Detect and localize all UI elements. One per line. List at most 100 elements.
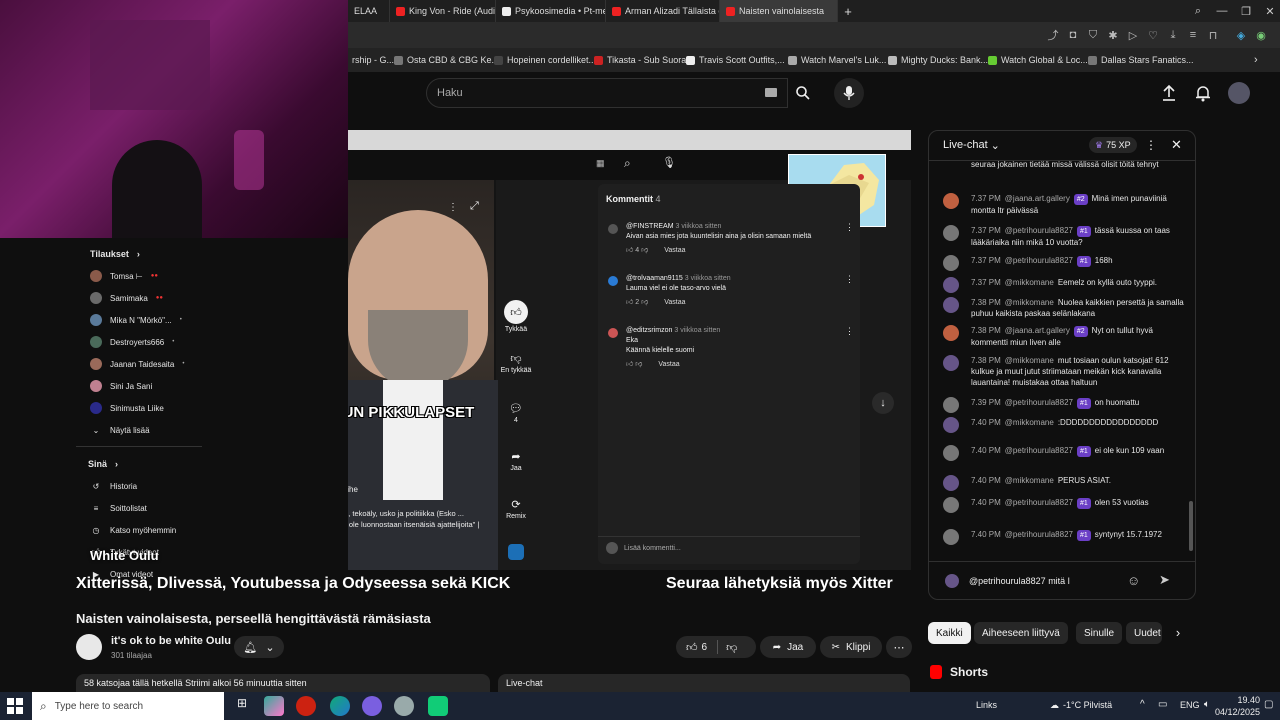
avatar[interactable] xyxy=(943,193,959,209)
channel-logo-icon[interactable] xyxy=(508,544,524,560)
sidebar-item-sub[interactable]: Sini Ja Sani xyxy=(76,376,206,396)
arrow-down-icon[interactable]: ↓ xyxy=(872,392,894,414)
subscriptions-header[interactable]: Tilaukset › xyxy=(76,244,206,264)
sidebar-item-watch-later[interactable]: ◷ Katso myöhemmin xyxy=(76,520,206,540)
network-icon[interactable]: ▭ xyxy=(1158,699,1167,710)
reply-button[interactable]: Vastaa xyxy=(664,299,685,306)
bookmark[interactable]: Tikasta - Sub Suora xyxy=(594,48,686,72)
notification-center-icon[interactable]: ▢ xyxy=(1264,699,1273,710)
edge-icon[interactable] xyxy=(330,696,350,716)
channel-avatar[interactable] xyxy=(76,634,102,660)
chat-username[interactable]: @mikkomane xyxy=(1005,476,1054,485)
browser-tab[interactable]: ELAA xyxy=(348,0,390,22)
thumb-up-icon[interactable]: 👍︎ xyxy=(626,299,633,306)
fullscreen-icon[interactable]: ⤢ xyxy=(470,200,479,213)
vpn-icon[interactable]: ◈ xyxy=(1234,28,1248,42)
live-chat-tab[interactable]: Live-chat xyxy=(498,674,910,692)
chat-username[interactable]: @petrihourula8827 xyxy=(1005,398,1073,407)
thumb-up-icon[interactable]: 👍︎ xyxy=(626,361,633,368)
browser-tab[interactable]: Psykoosimedia • Pt-medi xyxy=(496,0,606,22)
you-header[interactable]: Sinä › xyxy=(76,454,206,474)
search-button[interactable] xyxy=(788,78,818,108)
like-action[interactable]: 👍︎ Tykkää xyxy=(502,300,530,333)
avatar[interactable] xyxy=(943,445,959,461)
play-icon[interactable]: ▷ xyxy=(1126,28,1140,42)
close-icon[interactable]: ✕ xyxy=(1171,137,1182,153)
chat-username[interactable]: @jaana.art.gallery xyxy=(1005,194,1070,203)
settings-icon[interactable]: ◉ xyxy=(1254,28,1268,42)
like-button[interactable]: 👍︎ xyxy=(686,641,698,654)
chat-username[interactable]: @petrihourula8827 xyxy=(1005,530,1073,539)
filter-chip-related[interactable]: Aiheeseen liittyvä xyxy=(974,622,1068,644)
new-tab-button[interactable]: + xyxy=(838,0,858,22)
browser-tab[interactable]: Arman Alizadi Tällaista on xyxy=(606,0,720,22)
heart-icon[interactable]: ♡ xyxy=(1146,28,1160,42)
opera-icon[interactable] xyxy=(296,696,316,716)
share-button[interactable]: ➦ Jaa xyxy=(760,636,816,658)
chat-username[interactable]: @petrihourula8827 xyxy=(1005,498,1073,507)
chat-input[interactable]: @petrihourula8827 mitä l xyxy=(969,572,1127,592)
notifications-bell-icon[interactable] xyxy=(1194,84,1212,102)
avatar[interactable] xyxy=(943,417,959,433)
clock[interactable]: 19.40 04/12/2025 xyxy=(1210,694,1260,718)
bookmark[interactable]: Mighty Ducks: Bank... xyxy=(888,48,988,72)
upload-icon[interactable] xyxy=(1160,84,1178,102)
avatar[interactable] xyxy=(943,225,959,241)
sidebar-item-sub[interactable]: Mika N "Mörkö"... • xyxy=(76,310,206,330)
avatar[interactable] xyxy=(943,355,959,371)
emoji-icon[interactable]: ☺ xyxy=(1127,573,1140,588)
app-icon[interactable] xyxy=(428,696,448,716)
share-action[interactable]: ➦ Jaa xyxy=(502,450,530,472)
thumb-down-icon[interactable]: 👎︎ xyxy=(641,299,648,306)
task-view-icon[interactable]: ⊞ xyxy=(232,696,252,716)
chat-username[interactable]: @petrihourula8827 xyxy=(1005,256,1073,265)
avatar[interactable] xyxy=(943,277,959,293)
bookmark[interactable]: Watch Marvel's Luk... xyxy=(788,48,886,72)
avatar[interactable] xyxy=(1228,82,1250,104)
chat-username[interactable]: @jaana.art.gallery xyxy=(1005,326,1070,335)
bookmark[interactable]: Osta CBD & CBG Ke... xyxy=(394,48,499,72)
sidebar-item-sub[interactable]: Sinimusta Liike xyxy=(76,398,206,418)
avatar[interactable] xyxy=(943,297,959,313)
thumb-down-icon[interactable]: 👎︎ xyxy=(635,361,642,368)
more-options-icon[interactable]: ⋮ xyxy=(1145,138,1157,152)
more-options-icon[interactable]: ⋮ xyxy=(845,274,854,285)
sidebar-item-sub[interactable]: Jaanan Taidesaita • xyxy=(76,354,206,374)
more-options-icon[interactable]: ⋮ xyxy=(845,326,854,337)
search-input[interactable]: Haku xyxy=(426,78,788,108)
keyboard-icon[interactable] xyxy=(765,88,777,97)
avatar[interactable] xyxy=(943,497,959,513)
browser-tab-active[interactable]: Naisten vainolaisesta xyxy=(720,0,838,22)
browser-tab[interactable]: King Von - Ride (Audio) - xyxy=(390,0,496,22)
windows-start-icon[interactable] xyxy=(6,697,24,715)
extension-icon[interactable]: ✱ xyxy=(1106,28,1120,42)
filter-chip-new[interactable]: Uudet xyxy=(1126,622,1162,644)
avatar[interactable] xyxy=(943,325,959,341)
more-actions-icon[interactable]: ⋯ xyxy=(886,636,912,658)
channel-tag[interactable]: @puheenaihe xyxy=(348,484,358,494)
sidebar-item-history[interactable]: ↺ Historia xyxy=(76,476,206,496)
bookmark[interactable]: Travis Scott Outfits,... xyxy=(686,48,785,72)
weather-widget[interactable]: ☁ -1°C Pilvistä xyxy=(1050,700,1112,711)
sidebar-item-sub[interactable]: Tomsa ⊢ ●● xyxy=(76,266,206,286)
dislike-button[interactable]: 👎︎ xyxy=(726,641,737,654)
chat-username[interactable]: @petrihourula8827 xyxy=(1005,226,1073,235)
show-more-button[interactable]: ⌄ Näytä lisää xyxy=(76,420,206,440)
camera-icon[interactable]: ◘ xyxy=(1066,28,1080,42)
clip-button[interactable]: ✂ Klippi xyxy=(820,636,882,658)
app-icon[interactable] xyxy=(394,696,414,716)
channel-name[interactable]: it's ok to be white Oulu xyxy=(111,635,231,647)
thumb-down-icon[interactable]: 👎︎ xyxy=(641,247,648,254)
close-window-icon[interactable]: ✕ xyxy=(1256,0,1280,22)
dislike-action[interactable]: 👎︎ En tykkää xyxy=(499,352,533,374)
description-box[interactable]: 58 katsojaa tällä hetkellä Striimi alkoi… xyxy=(76,674,490,692)
more-options-icon[interactable]: ⋮ xyxy=(448,202,458,213)
add-comment-input[interactable]: Lisää kommentti... xyxy=(606,542,681,554)
bookmark[interactable]: Hopeinen cordelliket... xyxy=(494,48,596,72)
avatar[interactable] xyxy=(943,475,959,491)
avatar[interactable] xyxy=(943,529,959,545)
thumb-up-icon[interactable]: 👍︎ xyxy=(626,247,633,254)
chat-username[interactable]: @mikkomane xyxy=(1005,298,1054,307)
remix-action[interactable]: ⟳ Remix xyxy=(502,498,530,520)
send-icon[interactable]: ➤ xyxy=(1159,572,1170,588)
